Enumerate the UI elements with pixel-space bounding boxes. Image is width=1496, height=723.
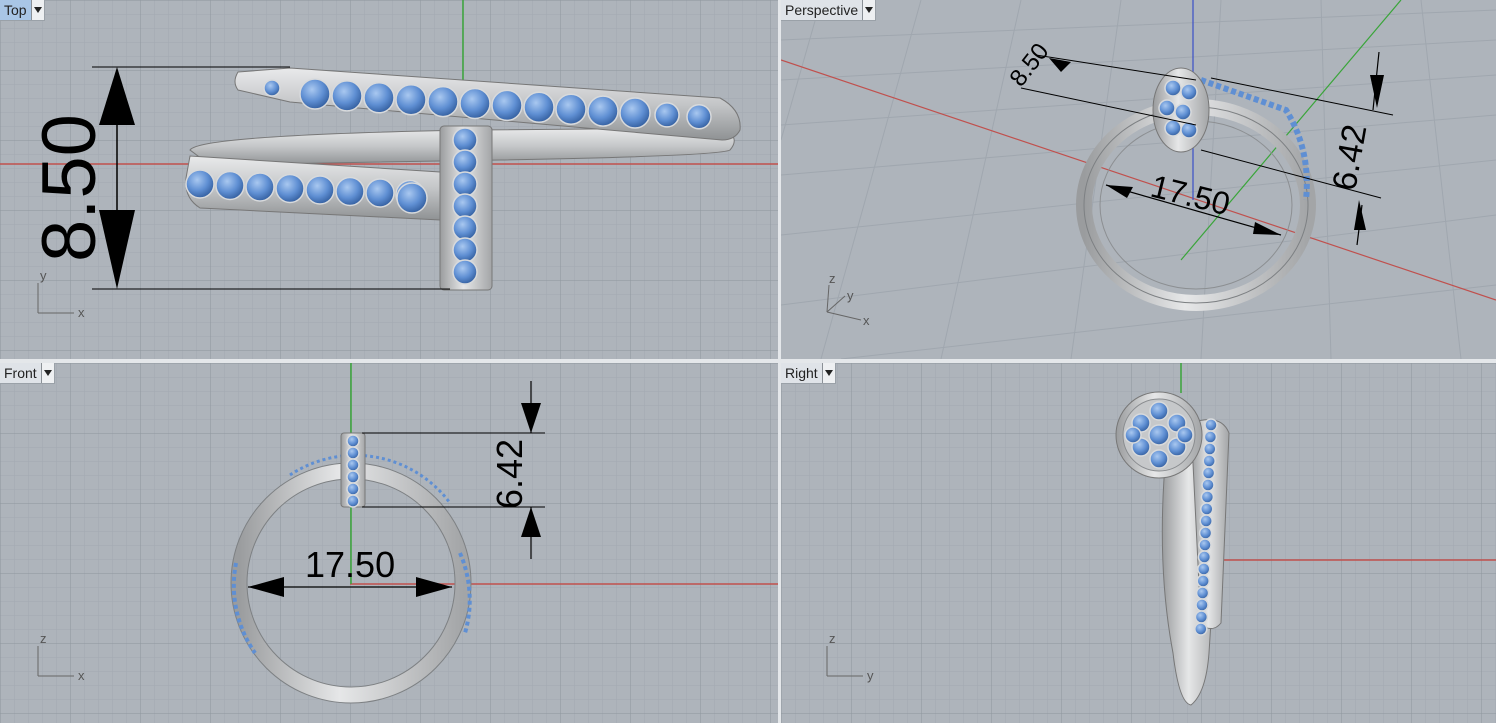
gemstone <box>305 175 335 205</box>
gemstone <box>1203 442 1217 456</box>
dimension-label-top: 8.50 <box>27 114 112 262</box>
gemstone <box>1164 79 1182 97</box>
axis-letter-x: x <box>78 305 85 320</box>
gemstone <box>215 170 245 201</box>
gemstone <box>452 127 478 153</box>
viewport-menu-dropdown-icon[interactable] <box>40 363 54 383</box>
gemstone <box>427 85 459 118</box>
gemstone <box>346 446 360 460</box>
viewport-label-right[interactable]: Right <box>781 363 836 384</box>
gemstone <box>523 91 555 124</box>
gemstone <box>346 458 360 472</box>
gemstone <box>1164 119 1182 137</box>
top-view-canvas: 8.50 y x <box>0 0 778 359</box>
gemstone <box>1124 426 1142 444</box>
gemstone <box>1180 83 1198 101</box>
gemstone <box>1197 550 1212 564</box>
gemstone <box>587 95 619 127</box>
dimension-label-front-height: 6.42 <box>489 439 530 509</box>
gemstone <box>1194 622 1208 636</box>
gemstone <box>1204 418 1218 432</box>
viewport-label-front[interactable]: Front <box>0 363 55 384</box>
viewport-front[interactable]: 6.42 17.50 z x Front <box>0 363 778 723</box>
gemstone <box>299 78 331 110</box>
viewport-perspective[interactable]: 8.50 17.50 6.42 z y x Perspective <box>781 0 1496 359</box>
gemstone <box>1194 610 1209 624</box>
gemstone <box>245 172 275 202</box>
axis-letter-x: x <box>863 313 870 328</box>
gemstone <box>275 173 305 204</box>
viewport-menu-dropdown-icon[interactable] <box>821 363 835 383</box>
gemstone <box>555 93 587 125</box>
gemstone <box>491 89 523 122</box>
gemstone <box>1203 430 1218 444</box>
gemstone <box>363 82 395 114</box>
gemstone <box>395 83 427 116</box>
viewport-label-perspective[interactable]: Perspective <box>781 0 877 21</box>
gemstone <box>452 215 478 241</box>
gemstone <box>452 237 478 263</box>
axis-letter-z: z <box>829 631 836 646</box>
axis-letter-z: z <box>829 271 836 286</box>
gemstone <box>346 434 360 448</box>
front-view-canvas: 6.42 17.50 z x <box>0 363 778 723</box>
gemstone <box>1201 466 1216 480</box>
gemstone <box>1198 538 1212 552</box>
gemstone <box>365 178 395 208</box>
gemstone <box>1196 574 1210 588</box>
gemstone <box>263 79 281 97</box>
axis-letter-y: y <box>40 268 47 283</box>
viewport-right[interactable]: z y Right <box>781 363 1496 723</box>
gemstone <box>1198 526 1213 540</box>
gemstone <box>1174 103 1192 121</box>
gemstone <box>1149 449 1169 469</box>
gemstone <box>459 87 491 120</box>
gemstone <box>396 182 428 214</box>
gemstone <box>331 80 363 112</box>
axis-letter-y: y <box>867 668 874 683</box>
axis-letter-y: y <box>847 288 854 303</box>
gemstone <box>1199 514 1213 528</box>
axis-letter-x: x <box>78 668 85 683</box>
gemstone <box>1195 598 1209 612</box>
viewport-title-front[interactable]: Front <box>0 363 41 383</box>
viewport-top[interactable]: 8.50 y x Top <box>0 0 778 359</box>
right-view-canvas: z y <box>781 363 1496 723</box>
gemstone <box>346 482 360 496</box>
gemstone <box>185 169 215 199</box>
viewport-title-perspective[interactable]: Perspective <box>781 0 862 20</box>
viewport-divider-horizontal[interactable] <box>0 359 1496 363</box>
gemstone <box>1202 454 1216 468</box>
gemstone <box>346 494 360 508</box>
gemstone <box>1201 478 1215 492</box>
gemstone <box>1200 490 1215 504</box>
gemstone <box>335 176 365 207</box>
gemstone <box>346 470 360 484</box>
axis-letter-z: z <box>40 631 47 646</box>
viewport-title-right[interactable]: Right <box>781 363 822 383</box>
gemstone <box>452 171 478 197</box>
viewport-title-top[interactable]: Top <box>0 0 31 20</box>
gemstone <box>1148 424 1170 446</box>
gemstone <box>1195 586 1210 600</box>
gemstone <box>1158 99 1176 117</box>
gemstone <box>1200 502 1214 516</box>
viewport-menu-dropdown-icon[interactable] <box>30 0 44 20</box>
gemstone <box>1197 562 1211 576</box>
gemstone <box>654 102 680 128</box>
gemstone <box>619 97 651 129</box>
viewport-label-top[interactable]: Top <box>0 0 45 21</box>
dimension-label-front-diameter: 17.50 <box>305 544 395 585</box>
gemstone <box>452 193 478 219</box>
gemstone <box>452 259 478 285</box>
gemstone <box>452 149 478 175</box>
perspective-view-canvas: 8.50 17.50 6.42 z y x <box>781 0 1496 359</box>
gemstone <box>1149 401 1169 421</box>
gemstone <box>1176 426 1194 444</box>
viewport-menu-dropdown-icon[interactable] <box>862 0 876 20</box>
gemstone <box>686 104 712 130</box>
